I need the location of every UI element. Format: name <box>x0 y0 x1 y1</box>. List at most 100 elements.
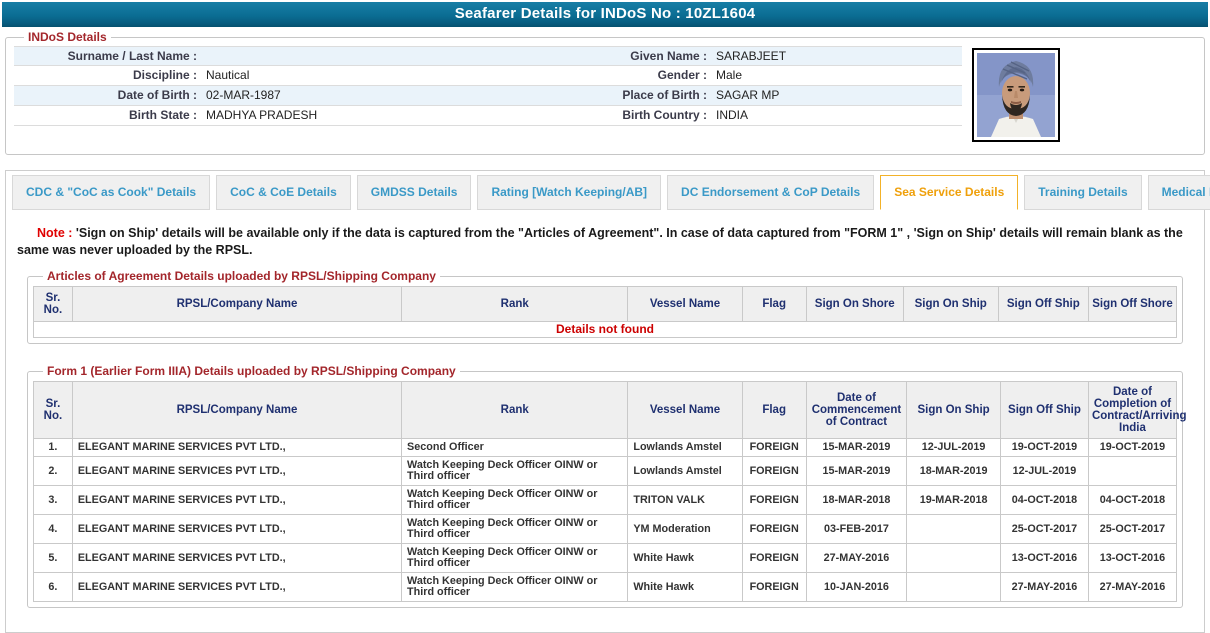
cell-sign-off-ship: 19-OCT-2019 <box>1000 439 1088 457</box>
tab-gmdss-details[interactable]: GMDSS Details <box>357 175 472 210</box>
articles-table: Sr. No.RPSL/Company NameRankVessel NameF… <box>33 286 1177 338</box>
cell-date-of-commencement-of-contract: 18-MAR-2018 <box>806 486 907 515</box>
column-header-rank: Rank <box>402 287 628 322</box>
column-header-sign-on-ship: Sign On Ship <box>907 382 1001 439</box>
cell-flag: FOREIGN <box>742 439 806 457</box>
tab-content-panel: CDC & "CoC as Cook" DetailsCoC & CoE Det… <box>5 170 1205 633</box>
cell-vessel-name: Lowlands Amstel <box>628 439 742 457</box>
tab-medical-fitness-certificate[interactable]: Medical Fitness Certificate <box>1148 175 1210 210</box>
note-text: Note : 'Sign on Ship' details will be av… <box>17 225 1193 259</box>
cell-sr-no: 5. <box>34 544 73 573</box>
note-body: 'Sign on Ship' details will be available… <box>17 226 1183 257</box>
cell-rank: Watch Keeping Deck Officer OINW or Third… <box>402 486 628 515</box>
table-row: 3.ELEGANT MARINE SERVICES PVT LTD.,Watch… <box>34 486 1177 515</box>
cell-rpsl-company-name: ELEGANT MARINE SERVICES PVT LTD., <box>72 457 401 486</box>
cell-sign-on-ship: 19-MAR-2018 <box>907 486 1001 515</box>
column-header-rank: Rank <box>402 382 628 439</box>
table-row: 2.ELEGANT MARINE SERVICES PVT LTD.,Watch… <box>34 457 1177 486</box>
tab-dc-endorsement-cop-details[interactable]: DC Endorsement & CoP Details <box>667 175 874 210</box>
cell-sign-on-ship <box>907 573 1001 602</box>
cell-sign-off-ship: 13-OCT-2016 <box>1000 544 1088 573</box>
form1-section: Form 1 (Earlier Form IIIA) Details uploa… <box>27 364 1183 608</box>
field-label-place-of-birth: Place of Birth : <box>516 86 714 105</box>
details-not-found-message: Details not found <box>34 322 1177 338</box>
cell-date-of-completion-of-contract-arriving-india: 13-OCT-2016 <box>1088 544 1176 573</box>
cell-sr-no: 4. <box>34 515 73 544</box>
column-header-sign-off-ship: Sign Off Ship <box>1000 382 1088 439</box>
seafarer-photo-image <box>977 53 1055 137</box>
articles-header-row: Sr. No.RPSL/Company NameRankVessel NameF… <box>34 287 1177 322</box>
cell-vessel-name: Lowlands Amstel <box>628 457 742 486</box>
column-header-date-of-completion-of-contract-arriving-india: Date of Completion of Contract/Arriving … <box>1088 382 1176 439</box>
cell-date-of-completion-of-contract-arriving-india <box>1088 457 1176 486</box>
page-title: Seafarer Details for INDoS No : 10ZL1604 <box>2 2 1208 27</box>
cell-sign-on-ship: 18-MAR-2019 <box>907 457 1001 486</box>
indos-details-section: INDoS Details Surname / Last Name :Given… <box>5 30 1205 155</box>
cell-vessel-name: TRITON VALK <box>628 486 742 515</box>
field-value-date-of-birth: 02-MAR-1987 <box>204 86 516 105</box>
articles-of-agreement-section: Articles of Agreement Details uploaded b… <box>27 269 1183 344</box>
form1-table: Sr. No.RPSL/Company NameRankVessel NameF… <box>33 381 1177 602</box>
table-row: 5.ELEGANT MARINE SERVICES PVT LTD.,Watch… <box>34 544 1177 573</box>
cell-rank: Second Officer <box>402 439 628 457</box>
tab-sea-service-details[interactable]: Sea Service Details <box>880 175 1018 210</box>
column-header-vessel-name: Vessel Name <box>628 287 742 322</box>
form1-header-row: Sr. No.RPSL/Company NameRankVessel NameF… <box>34 382 1177 439</box>
tab-bar: CDC & "CoC as Cook" DetailsCoC & CoE Det… <box>9 174 1201 210</box>
column-header-sign-on-shore: Sign On Shore <box>806 287 903 322</box>
cell-sign-off-ship: 27-MAY-2016 <box>1000 573 1088 602</box>
cell-flag: FOREIGN <box>742 544 806 573</box>
cell-sr-no: 2. <box>34 457 73 486</box>
field-label-given-name: Given Name : <box>516 47 714 66</box>
cell-sign-off-ship: 12-JUL-2019 <box>1000 457 1088 486</box>
cell-vessel-name: YM Moderation <box>628 515 742 544</box>
cell-rpsl-company-name: ELEGANT MARINE SERVICES PVT LTD., <box>72 486 401 515</box>
cell-flag: FOREIGN <box>742 573 806 602</box>
indos-field-row: Date of Birth :02-MAR-1987Place of Birth… <box>14 86 962 106</box>
cell-sign-on-ship <box>907 515 1001 544</box>
indos-field-row: Discipline :NauticalGender :Male <box>14 66 962 86</box>
cell-sign-on-ship <box>907 544 1001 573</box>
cell-sr-no: 1. <box>34 439 73 457</box>
field-value-place-of-birth: SAGAR MP <box>714 86 962 105</box>
cell-sign-off-ship: 25-OCT-2017 <box>1000 515 1088 544</box>
cell-date-of-completion-of-contract-arriving-india: 19-OCT-2019 <box>1088 439 1176 457</box>
cell-date-of-commencement-of-contract: 10-JAN-2016 <box>806 573 907 602</box>
cell-sign-off-ship: 04-OCT-2018 <box>1000 486 1088 515</box>
field-label-birth-country: Birth Country : <box>516 106 714 125</box>
cell-date-of-completion-of-contract-arriving-india: 27-MAY-2016 <box>1088 573 1176 602</box>
articles-empty-row: Details not found <box>34 322 1177 338</box>
column-header-rpsl-company-name: RPSL/Company Name <box>72 287 401 322</box>
cell-rpsl-company-name: ELEGANT MARINE SERVICES PVT LTD., <box>72 544 401 573</box>
column-header-sr-no: Sr. No. <box>34 382 73 439</box>
field-value-birth-country: INDIA <box>714 106 962 125</box>
indos-fields: Surname / Last Name :Given Name :SARABJE… <box>14 46 962 126</box>
column-header-sign-off-shore: Sign Off Shore <box>1088 287 1176 322</box>
table-row: 6.ELEGANT MARINE SERVICES PVT LTD.,Watch… <box>34 573 1177 602</box>
cell-flag: FOREIGN <box>742 515 806 544</box>
tab-training-details[interactable]: Training Details <box>1024 175 1141 210</box>
field-value-given-name: SARABJEET <box>714 47 962 66</box>
tab-rating-watch-keeping-ab[interactable]: Rating [Watch Keeping/AB] <box>477 175 661 210</box>
table-row: 4.ELEGANT MARINE SERVICES PVT LTD.,Watch… <box>34 515 1177 544</box>
form1-legend: Form 1 (Earlier Form IIIA) Details uploa… <box>43 364 460 378</box>
cell-vessel-name: White Hawk <box>628 544 742 573</box>
field-label-gender: Gender : <box>516 66 714 85</box>
cell-sr-no: 3. <box>34 486 73 515</box>
cell-date-of-commencement-of-contract: 15-MAR-2019 <box>806 457 907 486</box>
cell-rank: Watch Keeping Deck Officer OINW or Third… <box>402 573 628 602</box>
cell-flag: FOREIGN <box>742 457 806 486</box>
tab-cdc-coc-as-cook-details[interactable]: CDC & "CoC as Cook" Details <box>12 175 210 210</box>
cell-flag: FOREIGN <box>742 486 806 515</box>
indos-details-legend: INDoS Details <box>24 30 111 44</box>
articles-legend: Articles of Agreement Details uploaded b… <box>43 269 440 283</box>
tab-coc-coe-details[interactable]: CoC & CoE Details <box>216 175 351 210</box>
field-value-gender: Male <box>714 66 962 85</box>
field-label-date-of-birth: Date of Birth : <box>14 86 204 105</box>
cell-rpsl-company-name: ELEGANT MARINE SERVICES PVT LTD., <box>72 439 401 457</box>
cell-date-of-completion-of-contract-arriving-india: 04-OCT-2018 <box>1088 486 1176 515</box>
form1-body: 1.ELEGANT MARINE SERVICES PVT LTD.,Secon… <box>34 439 1177 602</box>
cell-date-of-commencement-of-contract: 27-MAY-2016 <box>806 544 907 573</box>
column-header-date-of-commencement-of-contract: Date of Commencement of Contract <box>806 382 907 439</box>
column-header-flag: Flag <box>742 382 806 439</box>
